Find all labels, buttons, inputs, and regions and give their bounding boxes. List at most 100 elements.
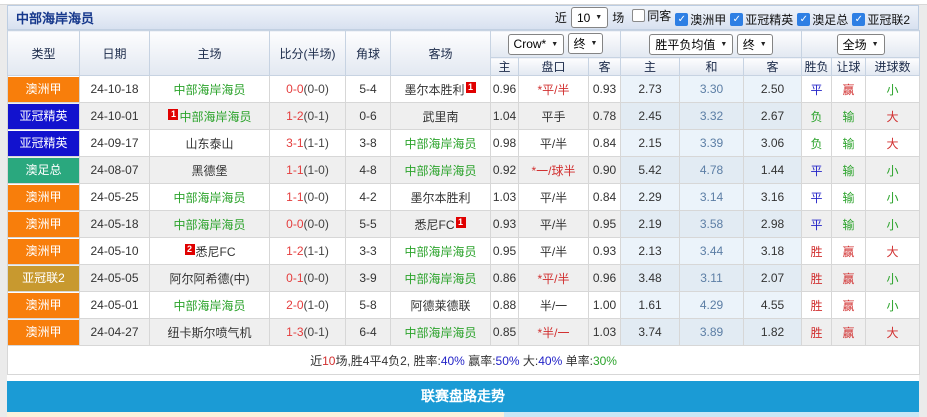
- league-trend-section-bar[interactable]: 联赛盘路走势: [7, 381, 919, 412]
- cell-goals: 小: [866, 211, 920, 238]
- summary-segment: 场,胜4平4负2,: [335, 354, 413, 368]
- cell-handicap-result: 输: [832, 157, 866, 184]
- cell-euro-away-odds: 1.44: [744, 157, 802, 184]
- cell-away-team: 中部海岸海员: [391, 238, 491, 265]
- asia-stage-value: 终: [574, 35, 586, 52]
- cell-euro-home-odds: 2.73: [621, 76, 680, 103]
- cell-euro-draw-odds: 3.44: [680, 238, 744, 265]
- europe-stage-select[interactable]: 终 ▼: [737, 34, 773, 55]
- cell-euro-away-odds: 2.50: [744, 76, 802, 103]
- cell-asia-home-odds: 0.95: [491, 238, 519, 265]
- cell-away-team: 墨尔本胜利: [391, 184, 491, 211]
- cell-euro-draw-odds: 3.58: [680, 211, 744, 238]
- filter-checkbox[interactable]: 澳足总: [797, 11, 848, 28]
- asia-stage-select[interactable]: 终 ▼: [568, 33, 604, 54]
- recent-count-select[interactable]: 10 ▼: [571, 7, 608, 28]
- sub-header-handicap: 盘口: [519, 58, 589, 76]
- cell-date: 24-05-10: [80, 238, 150, 265]
- league-type-badge: 澳洲甲: [8, 77, 79, 102]
- scope-select[interactable]: 全场 ▼: [837, 34, 885, 55]
- cell-asia-home-odds: 0.92: [491, 157, 519, 184]
- cell-league-type: 澳洲甲: [8, 292, 80, 319]
- cell-result: 胜: [802, 319, 832, 346]
- scope-group-header: 全场 ▼: [802, 31, 920, 58]
- cell-euro-home-odds: 1.61: [621, 292, 680, 319]
- cell-asia-home-odds: 0.85: [491, 319, 519, 346]
- europe-avg-select[interactable]: 胜平负均值 ▼: [649, 34, 733, 55]
- cell-date: 24-05-01: [80, 292, 150, 319]
- cell-corners: 5-4: [346, 76, 391, 103]
- cell-euro-away-odds: 3.06: [744, 130, 802, 157]
- filter-checkbox[interactable]: 亚冠联2: [852, 11, 910, 28]
- checkbox-checked-icon[interactable]: [797, 13, 810, 26]
- filter-checkbox[interactable]: 澳洲甲: [675, 11, 726, 28]
- cell-goals: 小: [866, 184, 920, 211]
- cell-corners: 4-8: [346, 157, 391, 184]
- summary-segment: 40%: [538, 354, 562, 368]
- cell-home-team: 中部海岸海员: [150, 76, 270, 103]
- cell-home-team: 纽卡斯尔喷气机: [150, 319, 270, 346]
- cell-league-type: 澳洲甲: [8, 184, 80, 211]
- cell-score: 1-2(0-1): [270, 103, 346, 130]
- cell-asia-away-odds: 0.90: [589, 157, 621, 184]
- cell-goals: 小: [866, 157, 920, 184]
- checkbox-checked-icon[interactable]: [852, 13, 865, 26]
- table-row: 亚冠精英 24-09-17 山东泰山 3-1(1-1) 3-8 中部海岸海员 0…: [8, 130, 920, 157]
- summary-line: 近10场,胜4平4负2, 胜率:40% 赢率:50% 大:40% 单率:30%: [8, 346, 920, 375]
- cell-away-team: 中部海岸海员: [391, 319, 491, 346]
- summary-row: 近10场,胜4平4负2, 胜率:40% 赢率:50% 大:40% 单率:30%: [8, 346, 920, 375]
- cell-handicap: *平/半: [519, 76, 589, 103]
- odds-company-select[interactable]: Crow* ▼: [508, 34, 565, 55]
- cell-score: 0-1(0-0): [270, 265, 346, 292]
- col-header-corner: 角球: [346, 31, 391, 76]
- cell-euro-home-odds: 2.15: [621, 130, 680, 157]
- table-row: 澳洲甲 24-10-18 中部海岸海员 0-0(0-0) 5-4 墨尔本胜利1 …: [8, 76, 920, 103]
- europe-avg-value: 胜平负均值: [655, 36, 715, 53]
- recent-suffix-label: 场: [612, 9, 624, 26]
- cell-goals: 大: [866, 319, 920, 346]
- cell-date: 24-10-18: [80, 76, 150, 103]
- filter-checkbox[interactable]: 亚冠精英: [730, 11, 793, 28]
- cell-euro-home-odds: 5.42: [621, 157, 680, 184]
- summary-segment: 40%: [441, 354, 465, 368]
- cell-handicap: 半/一: [519, 292, 589, 319]
- cell-euro-home-odds: 2.45: [621, 103, 680, 130]
- cell-asia-home-odds: 1.04: [491, 103, 519, 130]
- summary-segment: 50%: [496, 354, 520, 368]
- checkbox-unchecked-icon[interactable]: [632, 9, 645, 22]
- cell-handicap-result: 赢: [832, 292, 866, 319]
- table-row: 澳洲甲 24-05-01 中部海岸海员 2-0(1-0) 5-8 阿德莱德联 0…: [8, 292, 920, 319]
- cell-home-team: 中部海岸海员: [150, 211, 270, 238]
- cell-asia-home-odds: 1.03: [491, 184, 519, 211]
- cell-goals: 小: [866, 265, 920, 292]
- league-type-badge: 澳足总: [8, 158, 79, 183]
- cell-corners: 3-9: [346, 265, 391, 292]
- filter-checkboxes: 同客澳洲甲 亚冠精英澳足总亚冠联2: [628, 7, 910, 28]
- cell-handicap-result: 赢: [832, 238, 866, 265]
- chevron-down-icon: ▼: [720, 41, 727, 48]
- cell-result: 平: [802, 157, 832, 184]
- cell-result: 负: [802, 103, 832, 130]
- sub-header-goals: 进球数: [866, 58, 920, 76]
- league-type-badge: 亚冠联2: [8, 266, 79, 291]
- europe-stage-value: 终: [743, 36, 755, 53]
- scope-value: 全场: [843, 36, 867, 53]
- col-header-score: 比分(半场): [270, 31, 346, 76]
- cell-result: 负: [802, 130, 832, 157]
- sub-header-asia-away: 客: [589, 58, 621, 76]
- cell-handicap: 平/半: [519, 184, 589, 211]
- cell-handicap-result: 输: [832, 103, 866, 130]
- league-type-badge: 澳洲甲: [8, 185, 79, 210]
- cell-handicap-result: 输: [832, 130, 866, 157]
- summary-segment: 胜率:: [413, 354, 440, 368]
- cell-goals: 小: [866, 76, 920, 103]
- chevron-down-icon: ▼: [551, 41, 558, 48]
- cell-score: 0-0(0-0): [270, 211, 346, 238]
- sub-header-letgoal: 让球: [832, 58, 866, 76]
- checkbox-checked-icon[interactable]: [730, 13, 743, 26]
- cell-score: 2-0(1-0): [270, 292, 346, 319]
- cell-corners: 3-3: [346, 238, 391, 265]
- checkbox-checked-icon[interactable]: [675, 13, 688, 26]
- filter-checkbox[interactable]: 同客: [632, 7, 671, 24]
- filter-checkbox-label: 亚冠精英: [745, 11, 793, 28]
